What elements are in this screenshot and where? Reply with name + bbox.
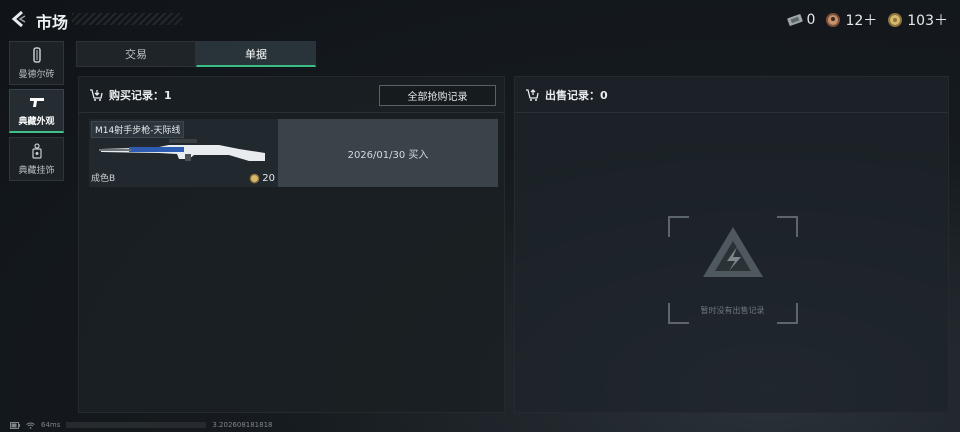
- m14-rifle-image: [99, 139, 265, 161]
- item-card[interactable]: M14射手步枪-天际线 成色B 20: [89, 119, 278, 187]
- tab-records[interactable]: 单据: [196, 41, 316, 67]
- sidebar-item-collection-charms[interactable]: 典藏挂饰: [9, 137, 64, 181]
- currency-bar: 0 12＋ 103＋: [786, 10, 948, 30]
- currency-medals[interactable]: 12＋: [825, 10, 877, 30]
- top-bar: 市场 0 12＋ 103＋: [0, 0, 960, 38]
- medal-coin-icon: [826, 13, 841, 27]
- title-decoration: [72, 13, 182, 25]
- item-price-value: 20: [262, 173, 275, 184]
- market-tabs: 交易 单据: [76, 41, 316, 67]
- tab-trade[interactable]: 交易: [76, 41, 196, 67]
- gold-coin-icon: [888, 13, 903, 27]
- currency-tickets-value: 0: [806, 12, 816, 28]
- currency-gold[interactable]: 103＋: [887, 10, 948, 30]
- ticket-icon: [786, 14, 803, 26]
- sale-records-header: 出售记录：0: [515, 77, 948, 113]
- purchase-record-row[interactable]: M14射手步枪-天际线 成色B 20 2026/01/30 买入: [89, 119, 498, 187]
- gold-coin-icon: [249, 173, 260, 184]
- sidebar-item-label: 典藏挂饰: [18, 166, 55, 176]
- currency-medals-value: 12＋: [845, 13, 878, 29]
- charm-icon: [31, 143, 42, 159]
- battery-icon: [10, 421, 20, 429]
- cart-download-icon: [90, 88, 103, 101]
- record-date: 2026/01/30 买入: [278, 119, 498, 187]
- empty-state-text: 暂时没有出售记录: [700, 306, 765, 315]
- sidebar-item-collection-skins[interactable]: 典藏外观: [9, 89, 64, 133]
- mandel-brick-icon: [32, 47, 41, 63]
- item-grade: 成色B: [91, 174, 116, 184]
- all-snapup-records-button[interactable]: 全部抢购记录: [379, 85, 496, 106]
- sidebar-item-label: 典藏外观: [18, 117, 55, 127]
- ping-text: 64ms: [41, 421, 61, 429]
- purchase-records-panel: 购买记录：1 全部抢购记录 M14射手步枪-天际线 成色B 20 2026/01…: [78, 76, 505, 413]
- sale-records-title: 出售记录：0: [545, 88, 608, 102]
- item-price: 20: [249, 173, 275, 184]
- purchase-records-title: 购买记录：1: [109, 88, 172, 102]
- page-title: 市场: [36, 13, 69, 32]
- pistol-icon: [29, 98, 44, 107]
- sale-records-panel: 出售记录：0 暂时没有出售记录: [514, 76, 949, 413]
- back-button[interactable]: [8, 8, 30, 30]
- wifi-icon: [26, 422, 35, 429]
- currency-tickets[interactable]: 0: [786, 12, 816, 28]
- status-bar: 64ms 3.202608181818: [0, 418, 960, 432]
- back-arrow-icon: [11, 10, 26, 28]
- build-text: 3.202608181818: [212, 421, 273, 429]
- item-name: M14射手步枪-天际线: [91, 121, 185, 138]
- currency-gold-value: 103＋: [907, 13, 948, 29]
- sidebar-item-label: 曼德尔砖: [18, 70, 55, 80]
- status-redacted: [66, 422, 207, 428]
- sidebar-item-mandel-brick[interactable]: 曼德尔砖: [9, 41, 64, 85]
- cart-upload-icon: [526, 88, 539, 101]
- category-sidebar: 曼德尔砖 典藏外观 典藏挂饰: [9, 41, 64, 185]
